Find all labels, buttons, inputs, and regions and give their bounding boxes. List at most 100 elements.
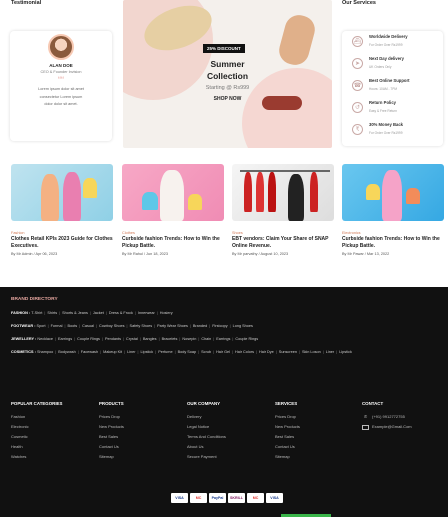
footer-link[interactable]: Sitemap [275, 452, 300, 462]
hero-banner[interactable]: 25% DISCOUNT Summer Collection Starting … [123, 0, 332, 148]
separator: | [95, 324, 97, 328]
directory-link[interactable]: Hair Dye [259, 350, 274, 354]
directory-link[interactable]: Party Wear Shoes [157, 324, 188, 328]
directory-label: COSMETICS : [11, 350, 36, 354]
directory-link[interactable]: Earrings [216, 337, 230, 341]
directory-link[interactable]: Hair Gel [216, 350, 230, 354]
directory-link[interactable]: Sport [37, 324, 46, 328]
directory-link[interactable]: Pendants [105, 337, 121, 341]
footer-link[interactable]: Prices Drop [99, 412, 124, 422]
directory-link[interactable]: Bangles [143, 337, 157, 341]
directory-link[interactable]: Dress & Frock [109, 311, 133, 315]
blog-image[interactable] [122, 164, 224, 221]
directory-link[interactable]: Lipstick [339, 350, 352, 354]
separator: | [198, 350, 200, 354]
directory-link[interactable]: Crystal [126, 337, 138, 341]
directory-link[interactable]: Makeup Kit [103, 350, 122, 354]
directory-link[interactable]: Body Soap [178, 350, 197, 354]
post-title[interactable]: EBT vendors: Claim Your Share of SNAP On… [232, 236, 334, 250]
directory-link[interactable]: Sunscreen [279, 350, 297, 354]
mail-icon [362, 424, 369, 430]
post-title[interactable]: Clothes Retail KPIs 2023 Guide for Cloth… [11, 236, 113, 250]
directory-link[interactable]: Jacket [93, 311, 104, 315]
directory-link[interactable]: Safety Shoes [130, 324, 153, 328]
blog-post[interactable]: Electronics Curbside fashion Trends: How… [342, 164, 444, 264]
service-sub: For Order Over Rs1999 [369, 131, 403, 135]
directory-link[interactable]: Casual [82, 324, 94, 328]
rocket-icon: ➤ [352, 58, 363, 69]
directory-link[interactable]: Lipstick [141, 350, 154, 354]
footer-link[interactable]: Prices Drop [275, 412, 300, 422]
shop-now-button[interactable]: SHOP NOW [123, 96, 332, 102]
footer-link[interactable]: New Products [99, 422, 124, 432]
footer-link[interactable]: Fashion [11, 412, 62, 422]
post-category[interactable]: Electronics [342, 231, 444, 235]
post-meta: By Mr parvathy / August 10, 2023 [232, 252, 289, 256]
directory-link[interactable]: Branded [193, 324, 207, 328]
footer-link[interactable]: Watches [11, 452, 62, 462]
footer-link[interactable]: Contact Us [99, 442, 124, 452]
post-title[interactable]: Curbside fashion Trends: How to Win the … [122, 236, 224, 250]
footer-link[interactable]: Secure Payment [187, 452, 226, 462]
directory-link[interactable]: Shirts [47, 311, 57, 315]
directory-link[interactable]: Shampoo [37, 350, 53, 354]
directory-link[interactable]: Liner [326, 350, 334, 354]
post-category[interactable]: Fashion [11, 231, 113, 235]
blog-post[interactable]: Clothes Curbside fashion Trends: How to … [122, 164, 224, 264]
footer: BRAND DIRECTORY FASHION : T-Shirt | Shirts… [0, 287, 448, 517]
footer-link[interactable]: Terms And Conditions [187, 432, 226, 442]
footer-link[interactable]: Legal Notice [187, 422, 226, 432]
directory-link[interactable]: Hair Colors [235, 350, 254, 354]
testimonial-card: ALAN DOE CEO & Founder Invision ““ Lorem… [10, 31, 112, 141]
separator: | [44, 311, 46, 315]
footer-link[interactable]: Cosmetic [11, 432, 62, 442]
post-category[interactable]: Shoes [232, 231, 334, 235]
contact-email[interactable]: Example@Gmail.Com [362, 422, 412, 432]
return-icon: ↺ [352, 102, 363, 113]
directory-link[interactable]: Bodywash [58, 350, 76, 354]
footer-link[interactable]: Delivery [187, 412, 226, 422]
separator: | [232, 350, 233, 354]
services-card: ⛴ Worldwide Delivery For Order Over Rs19… [342, 31, 443, 146]
blog-image[interactable] [11, 164, 113, 221]
directory-link[interactable]: Hosiery [160, 311, 173, 315]
directory-link[interactable]: Nosepin [182, 337, 196, 341]
footer-link[interactable]: Electronic [11, 422, 62, 432]
directory-link[interactable]: Couple Rings [235, 337, 258, 341]
footer-link[interactable]: Contact Us [275, 442, 300, 452]
directory-link[interactable]: Boots [67, 324, 77, 328]
directory-link[interactable]: Cowboy Shoes [99, 324, 125, 328]
directory-link[interactable]: Facewash [81, 350, 98, 354]
footer-link[interactable]: Sitemap [99, 452, 124, 462]
footer-link[interactable]: Best Sales [275, 432, 300, 442]
service-sub: For Order Over Rs1999 [369, 43, 403, 47]
directory-link[interactable]: Chain [201, 337, 211, 341]
post-category[interactable]: Clothes [122, 231, 224, 235]
post-title[interactable]: Curbside fashion Trends: How to Win the … [342, 236, 444, 250]
footer-link[interactable]: About Us [187, 442, 226, 452]
footer-link[interactable]: New Products [275, 422, 300, 432]
testimonial-heading: Testimonial [11, 0, 42, 6]
directory-link[interactable]: Couple Rings [77, 337, 100, 341]
directory-link[interactable]: Long Shoes [233, 324, 253, 328]
footer-link[interactable]: Health [11, 442, 62, 452]
blog-image[interactable] [232, 164, 334, 221]
directory-link[interactable]: Liner [127, 350, 135, 354]
directory-link[interactable]: Earrings [58, 337, 72, 341]
directory-link[interactable]: Scrub [201, 350, 211, 354]
footer-link[interactable]: Best Sales [99, 432, 124, 442]
directory-link[interactable]: Skin Loson [302, 350, 321, 354]
directory-link[interactable]: Shorts & Jeans [62, 311, 88, 315]
separator: | [89, 311, 91, 315]
blog-image[interactable] [342, 164, 444, 221]
blog-post[interactable]: Shoes EBT vendors: Claim Your Share of S… [232, 164, 334, 264]
directory-link[interactable]: Firstcopy [212, 324, 227, 328]
directory-link[interactable]: Bracelets [162, 337, 178, 341]
contact-phone[interactable]: ✆ (+91) 9912772755 [362, 412, 412, 422]
directory-link[interactable]: T-Shirt [31, 311, 42, 315]
directory-link[interactable]: Perfume [158, 350, 172, 354]
blog-post[interactable]: Fashion Clothes Retail KPIs 2023 Guide f… [11, 164, 113, 264]
directory-link[interactable]: Formal [51, 324, 63, 328]
directory-link[interactable]: Necklace [37, 337, 53, 341]
directory-link[interactable]: Innerwear [138, 311, 155, 315]
